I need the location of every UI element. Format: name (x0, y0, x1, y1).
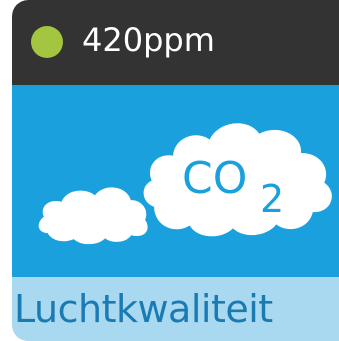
widget-header: 420ppm (12, 0, 339, 85)
status-dot-icon (31, 26, 63, 58)
cloud-illustration: CO 2 (38, 123, 332, 245)
widget-title: Luchtkwaliteit (14, 287, 273, 331)
co2-main-label: CO (182, 153, 247, 204)
co2-cloud-icon: CO 2 (143, 123, 332, 237)
small-cloud-icon (38, 187, 148, 245)
air-quality-widget: 420ppm CO 2 Luchtkwaliteit (12, 0, 339, 341)
co2-illustration: CO 2 (12, 85, 339, 277)
co2-reading: 420ppm (82, 21, 215, 59)
co2-subscript-label: 2 (260, 177, 284, 221)
widget-footer: Luchtkwaliteit (12, 277, 339, 341)
